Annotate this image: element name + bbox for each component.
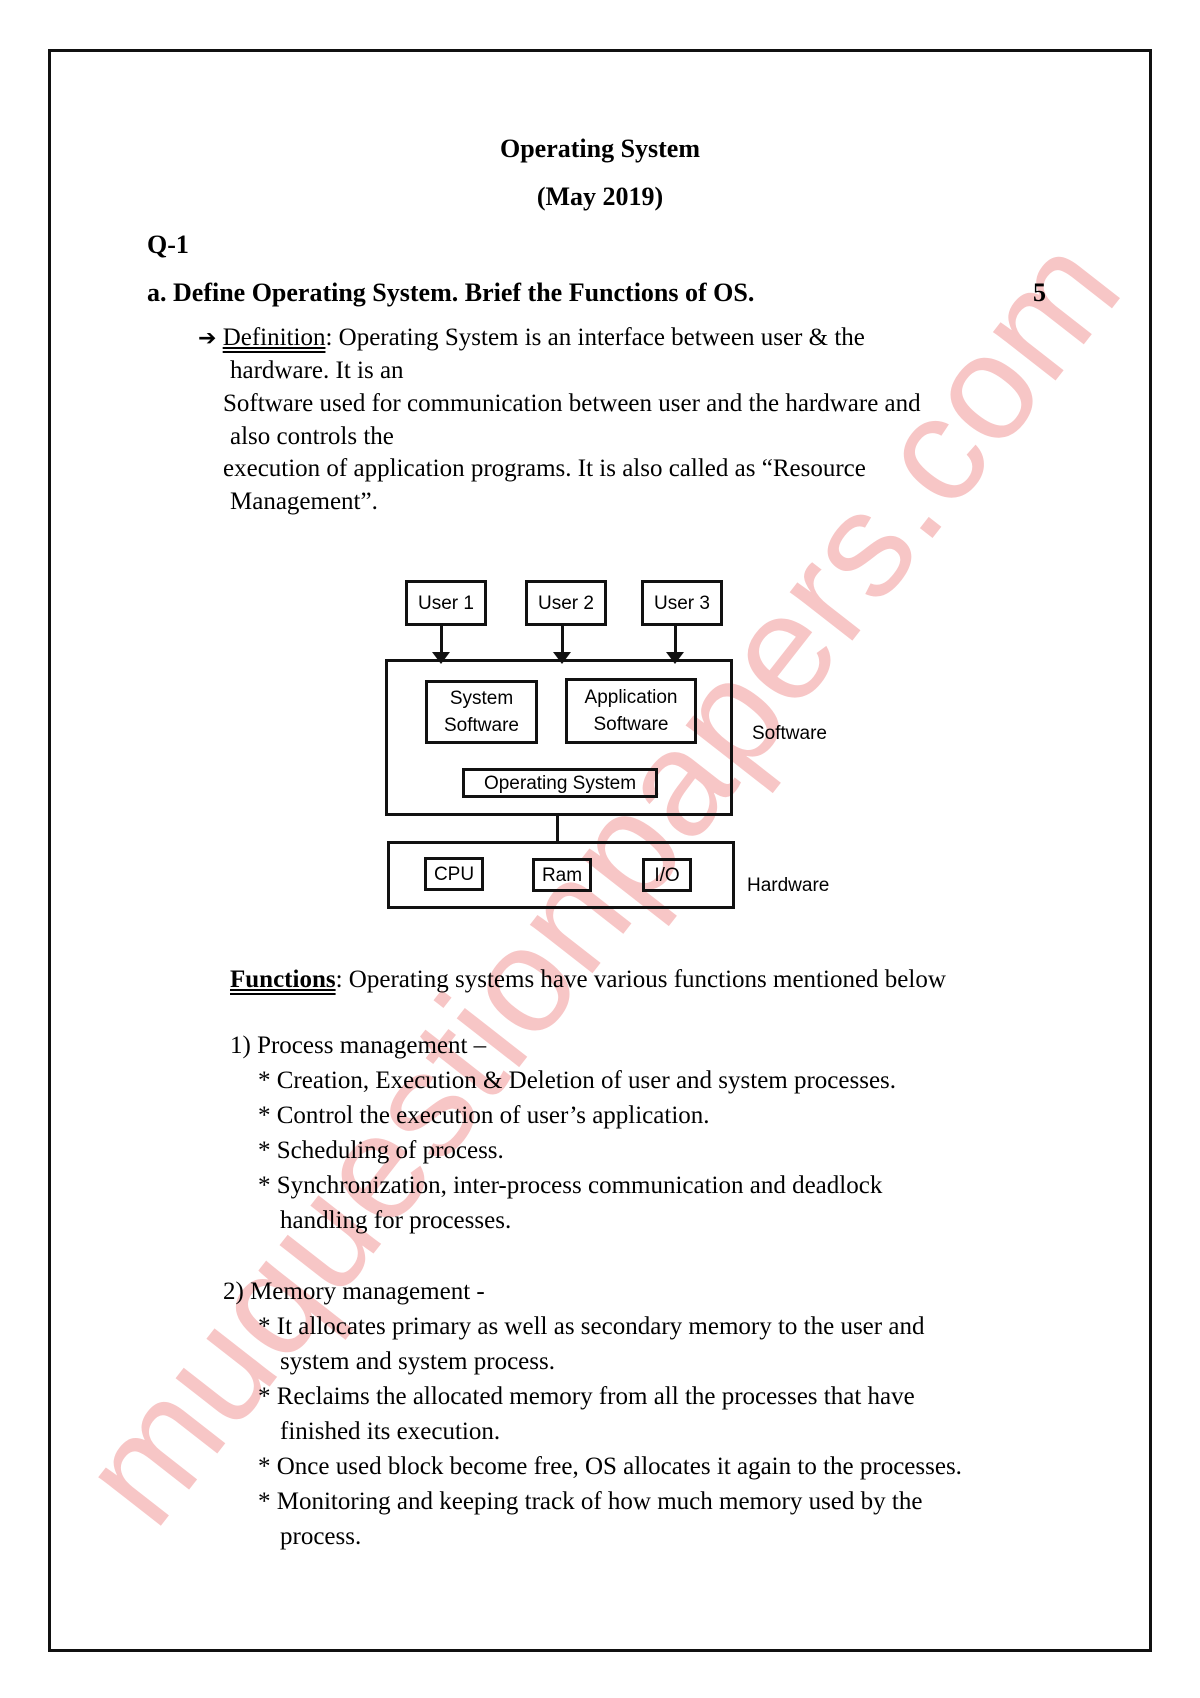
section-heading-process: 1) Process management – [230, 1032, 487, 1059]
list-item: * Once used block become free, OS alloca… [258, 1453, 962, 1480]
definition-line-6: Management”. [230, 488, 378, 515]
user-1-box: User 1 [405, 580, 487, 626]
question-text: a. Define Operating System. Brief the Fu… [147, 278, 755, 307]
question-marks: 5 [1033, 278, 1046, 307]
definition-label: Definition [222, 324, 326, 351]
io-box: I/O [642, 858, 692, 892]
functions-intro-text: : Operating systems have various functio… [335, 966, 946, 993]
list-item-continuation: handling for processes. [280, 1207, 512, 1234]
list-item: * Monitoring and keeping track of how mu… [258, 1488, 923, 1515]
list-item: * It allocates primary as well as second… [258, 1313, 925, 1340]
document-title: Operating System [499, 134, 701, 163]
functions-label: Functions [230, 966, 336, 993]
connector-line [556, 816, 559, 844]
hardware-label: Hardware [747, 875, 830, 896]
list-item: * Scheduling of process. [258, 1137, 504, 1164]
document-subtitle: (May 2019) [536, 182, 664, 211]
document-page: Operating System (May 2019) Q-1 a. Defin… [0, 0, 1200, 1698]
right-arrow-icon: ➔ [198, 326, 217, 351]
section-heading-memory: 2) Memory management - [223, 1278, 485, 1305]
functions-intro: Functions: Operating systems have variou… [230, 966, 946, 994]
list-item-continuation: finished its execution. [280, 1418, 501, 1445]
list-item: * Reclaims the allocated memory from all… [258, 1383, 915, 1410]
list-item: * Synchronization, inter-process communi… [258, 1172, 883, 1199]
list-item: * Control the execution of user’s applic… [258, 1102, 710, 1129]
definition-line-2: hardware. It is an [230, 357, 404, 384]
definition-line-3: Software used for communication between … [223, 390, 921, 417]
user-2-box: User 2 [525, 580, 607, 626]
definition-line-5: execution of application programs. It is… [223, 455, 866, 482]
definition-line-4: also controls the [230, 423, 394, 450]
system-software-line-1: System [449, 688, 514, 709]
definition-text: : Operating System is an interface betwe… [325, 324, 865, 351]
definition-line-1: ➔ Definition: Operating System is an int… [198, 324, 865, 352]
list-item-continuation: process. [280, 1523, 362, 1550]
application-software-line-1: Application [584, 687, 678, 708]
cpu-box: CPU [424, 857, 484, 891]
ram-box: Ram [532, 858, 592, 892]
user-3-box: User 3 [641, 580, 723, 626]
system-software-box: System Software [425, 680, 538, 744]
system-software-line-2: Software [444, 715, 519, 736]
question-number: Q-1 [147, 230, 189, 259]
list-item-continuation: system and system process. [280, 1348, 555, 1375]
operating-system-box: Operating System [462, 768, 658, 798]
software-label: Software [752, 723, 827, 744]
application-software-line-2: Software [593, 714, 669, 735]
list-item: * Creation, Execution & Deletion of user… [258, 1067, 897, 1094]
application-software-box: Application Software [565, 678, 697, 744]
